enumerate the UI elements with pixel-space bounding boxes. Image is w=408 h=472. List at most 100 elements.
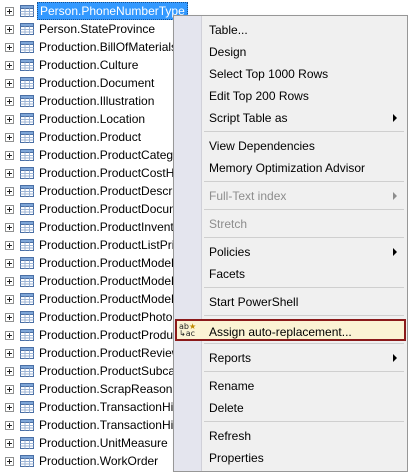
table-icon bbox=[20, 275, 34, 287]
menu-rename[interactable]: Rename bbox=[175, 375, 406, 397]
expand-plus-icon[interactable] bbox=[5, 349, 14, 358]
menu-table[interactable]: Table... bbox=[175, 19, 406, 41]
table-icon bbox=[20, 131, 34, 143]
menu-item-label: Facets bbox=[209, 267, 246, 281]
tree-node-label: Production.Product bbox=[39, 130, 142, 144]
expand-plus-icon[interactable] bbox=[5, 439, 14, 448]
table-icon bbox=[20, 239, 34, 251]
menu-assign-auto-replacement[interactable]: ab★ ↳ac Assign auto-replacement... bbox=[175, 319, 406, 341]
menu-policies[interactable]: Policies bbox=[175, 241, 406, 263]
submenu-arrow-icon bbox=[393, 248, 397, 256]
menu-full-text-index: Full-Text index bbox=[175, 185, 406, 207]
menu-item-label: Stretch bbox=[209, 217, 248, 231]
tree-node-label: Production.ProductPhoto bbox=[39, 310, 173, 324]
menu-item-label: Table... bbox=[209, 23, 248, 37]
expand-plus-icon[interactable] bbox=[5, 7, 14, 16]
table-icon bbox=[20, 23, 34, 35]
menu-separator bbox=[204, 315, 404, 316]
menu-item-label: Refresh bbox=[209, 429, 252, 443]
tree-node-label: Production.ProductInventory bbox=[39, 220, 191, 234]
table-icon bbox=[20, 41, 34, 53]
tree-node-label: Production.Document bbox=[39, 76, 155, 90]
expand-plus-icon[interactable] bbox=[5, 97, 14, 106]
menu-script-table-as[interactable]: Script Table as bbox=[175, 107, 406, 129]
expand-plus-icon[interactable] bbox=[5, 115, 14, 124]
tree-node-label: Production.UnitMeasure bbox=[39, 436, 168, 450]
expand-plus-icon[interactable] bbox=[5, 133, 14, 142]
expand-plus-icon[interactable] bbox=[5, 223, 14, 232]
table-icon bbox=[20, 167, 34, 179]
expand-plus-icon[interactable] bbox=[5, 313, 14, 322]
expand-plus-icon[interactable] bbox=[5, 421, 14, 430]
expand-plus-icon[interactable] bbox=[5, 403, 14, 412]
menu-item-label: Edit Top 200 Rows bbox=[209, 89, 309, 103]
tree-node-label: Production.ProductReview bbox=[39, 346, 181, 360]
expand-plus-icon[interactable] bbox=[5, 331, 14, 340]
expand-plus-icon[interactable] bbox=[5, 61, 14, 70]
menu-separator bbox=[204, 421, 404, 422]
menu-memory-optimization-advisor[interactable]: Memory Optimization Advisor bbox=[175, 157, 406, 179]
expand-plus-icon[interactable] bbox=[5, 295, 14, 304]
menu-edit-top-200-rows[interactable]: Edit Top 200 Rows bbox=[175, 85, 406, 107]
submenu-arrow-icon bbox=[393, 192, 397, 200]
expand-plus-icon[interactable] bbox=[5, 43, 14, 52]
menu-refresh[interactable]: Refresh bbox=[175, 425, 406, 447]
table-icon bbox=[20, 149, 34, 161]
menu-item-label: Rename bbox=[209, 379, 255, 393]
expand-plus-icon[interactable] bbox=[5, 457, 14, 466]
menu-item-label: Memory Optimization Advisor bbox=[209, 161, 366, 175]
table-icon bbox=[20, 221, 34, 233]
expand-plus-icon[interactable] bbox=[5, 25, 14, 34]
tree-node-label: Production.Location bbox=[39, 112, 146, 126]
menu-item-label: Assign auto-replacement... bbox=[209, 325, 352, 339]
menu-select-top-1000-rows[interactable]: Select Top 1000 Rows bbox=[175, 63, 406, 85]
table-icon bbox=[20, 293, 34, 305]
tree-node-label: Production.WorkOrder bbox=[39, 454, 159, 468]
menu-start-powershell[interactable]: Start PowerShell bbox=[175, 291, 406, 313]
expand-plus-icon[interactable] bbox=[5, 169, 14, 178]
table-icon bbox=[20, 77, 34, 89]
menu-item-label: View Dependencies bbox=[209, 139, 315, 153]
expand-plus-icon[interactable] bbox=[5, 151, 14, 160]
table-icon bbox=[20, 383, 34, 395]
menu-item-label: Delete bbox=[209, 401, 244, 415]
table-icon bbox=[20, 311, 34, 323]
tree-node-label: Production.BillOfMaterials bbox=[39, 40, 178, 54]
table-icon bbox=[20, 59, 34, 71]
table-icon bbox=[20, 5, 34, 17]
table-icon bbox=[20, 113, 34, 125]
expand-plus-icon[interactable] bbox=[5, 367, 14, 376]
tree-node-label: Production.Illustration bbox=[39, 94, 155, 108]
menu-stretch: Stretch bbox=[175, 213, 406, 235]
table-icon bbox=[20, 329, 34, 341]
expand-plus-icon[interactable] bbox=[5, 79, 14, 88]
menu-separator bbox=[204, 209, 404, 210]
menu-design[interactable]: Design bbox=[175, 41, 406, 63]
menu-separator bbox=[204, 181, 404, 182]
expand-plus-icon[interactable] bbox=[5, 241, 14, 250]
menu-separator bbox=[204, 343, 404, 344]
expand-plus-icon[interactable] bbox=[5, 277, 14, 286]
submenu-arrow-icon bbox=[393, 114, 397, 122]
expand-plus-icon[interactable] bbox=[5, 187, 14, 196]
menu-properties[interactable]: Properties bbox=[175, 447, 406, 469]
menu-separator bbox=[204, 131, 404, 132]
expand-plus-icon[interactable] bbox=[5, 259, 14, 268]
table-icon bbox=[20, 257, 34, 269]
menu-item-label: Reports bbox=[209, 351, 252, 365]
menu-item-label: Policies bbox=[209, 245, 251, 259]
menu-separator bbox=[204, 371, 404, 372]
submenu-arrow-icon bbox=[393, 354, 397, 362]
menu-separator bbox=[204, 287, 404, 288]
menu-facets[interactable]: Facets bbox=[175, 263, 406, 285]
expand-plus-icon[interactable] bbox=[5, 385, 14, 394]
menu-delete[interactable]: Delete bbox=[175, 397, 406, 419]
table-icon bbox=[20, 437, 34, 449]
menu-view-dependencies[interactable]: View Dependencies bbox=[175, 135, 406, 157]
menu-item-label: Full-Text index bbox=[209, 189, 287, 203]
menu-reports[interactable]: Reports bbox=[175, 347, 406, 369]
menu-item-label: Script Table as bbox=[209, 111, 288, 125]
expand-plus-icon[interactable] bbox=[5, 205, 14, 214]
menu-separator bbox=[204, 237, 404, 238]
tree-node-label: Production.Culture bbox=[39, 58, 139, 72]
